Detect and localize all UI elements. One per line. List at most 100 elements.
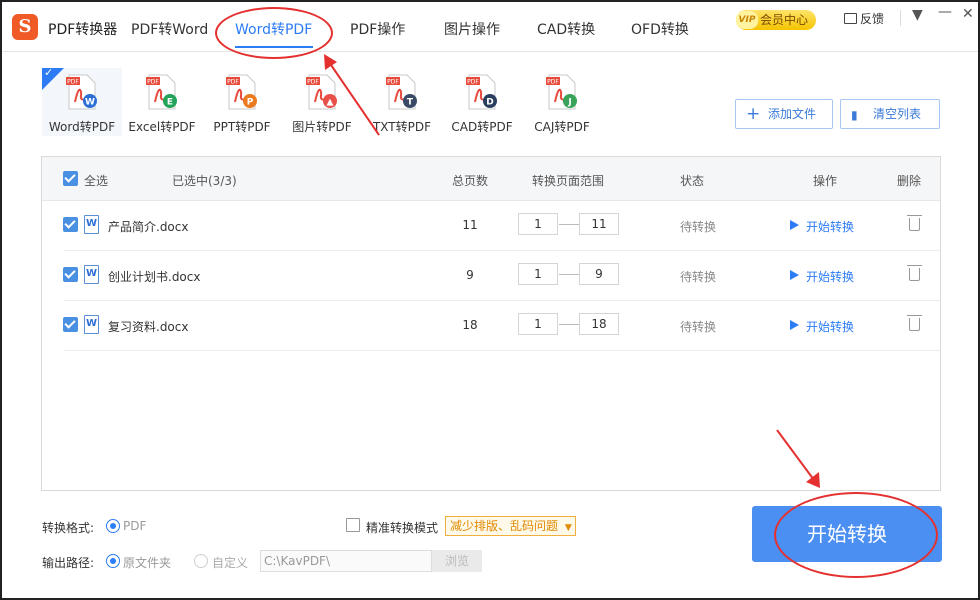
start-convert-link[interactable]: 开始转换	[788, 218, 854, 235]
svg-text:PDF: PDF	[387, 79, 399, 86]
col-pages-header: 总页数	[452, 174, 489, 188]
svg-text:PDF: PDF	[227, 79, 239, 86]
table-row: 产品简介.docx11111待转换开始转换	[42, 201, 940, 251]
delete-icon[interactable]	[907, 215, 922, 231]
pdf-file-icon: PDF D	[466, 74, 497, 110]
range-to-input[interactable]: 18	[579, 313, 619, 335]
format-pdf-label: PDF	[123, 519, 147, 533]
precise-mode-dropdown[interactable]: 减少排版、乱码问题 ▼	[445, 516, 576, 536]
select-all-checkbox[interactable]	[63, 171, 78, 186]
pdf-file-icon: PDF W	[66, 74, 97, 110]
svg-text:D: D	[486, 98, 493, 108]
svg-text:PDF: PDF	[547, 79, 559, 86]
feedback-button[interactable]: 反馈	[844, 10, 884, 27]
chevron-down-icon: ▼	[564, 523, 572, 533]
pdf-file-icon: PDF E	[146, 74, 177, 110]
svg-text:PDF: PDF	[467, 79, 479, 86]
precise-mode-checkbox[interactable]	[346, 518, 360, 532]
nav-pdf-to-word[interactable]: PDF转Word	[131, 19, 208, 39]
tool-1[interactable]: ✓ PDF W Word转PDF	[42, 66, 122, 136]
output-original-radio[interactable]	[106, 554, 120, 568]
annotation-circle-tab	[215, 7, 333, 59]
play-icon	[790, 270, 799, 280]
col-delete-header: 删除	[897, 174, 922, 188]
col-range-header: 转换页面范围	[532, 174, 605, 188]
format-label: 转换格式:	[42, 521, 95, 535]
add-file-button[interactable]: + 添加文件	[735, 99, 833, 129]
trash-icon: ▮	[851, 108, 858, 122]
pdf-file-icon: PDF T	[386, 74, 417, 110]
nav-ofd-convert[interactable]: OFD转换	[631, 19, 689, 39]
tool-4[interactable]: PDF ▲ 图片转PDF	[282, 68, 362, 136]
vip-icon: VIP	[736, 11, 758, 29]
svg-text:W: W	[85, 98, 95, 108]
annotation-circle-start	[774, 492, 938, 578]
tool-6[interactable]: PDF D CAD转PDF	[442, 68, 522, 136]
range-to-input[interactable]: 9	[579, 263, 619, 285]
clear-list-label: 清空列表	[873, 107, 922, 121]
tool-5[interactable]: PDF T TXT转PDF	[362, 68, 442, 136]
output-custom-radio[interactable]	[194, 554, 208, 568]
vip-center-button[interactable]: VIP 会员中心	[736, 10, 816, 30]
file-name: 创业计划书.docx	[108, 270, 201, 284]
tool-label: TXT转PDF	[372, 120, 432, 134]
precise-mode-tip: 减少排版、乱码问题	[450, 519, 559, 533]
minimize-icon[interactable]: —	[938, 4, 952, 20]
app-title: PDF转换器	[48, 22, 118, 38]
page-count: 9	[466, 268, 474, 282]
table-row: 复习资料.docx 18 1 18 待转换 开始转换	[42, 301, 940, 351]
tool-7[interactable]: PDF J CAJ转PDF	[522, 68, 602, 136]
svg-text:▲: ▲	[327, 98, 334, 108]
page-count: 11	[462, 218, 478, 232]
row-checkbox[interactable]	[63, 267, 78, 282]
format-pdf-radio[interactable]	[106, 519, 120, 533]
top-bar: S PDF转换器 PDF转Word Word转PDF PDF操作 图片操作 CA…	[2, 2, 978, 52]
vip-center-label: 会员中心	[760, 13, 809, 27]
feedback-icon	[844, 13, 857, 24]
page-count: 18	[462, 318, 478, 332]
start-convert-link[interactable]: 开始转换	[788, 318, 854, 335]
add-file-label: 添加文件	[768, 107, 817, 121]
browse-button[interactable]: 浏览	[432, 550, 482, 572]
start-convert-link-label: 开始转换	[806, 220, 855, 234]
range-from-input[interactable]: 1	[518, 313, 558, 335]
nav-cad-convert[interactable]: CAD转换	[537, 19, 595, 39]
menu-icon[interactable]: ▼	[912, 7, 923, 23]
clear-list-button[interactable]: ▮ 清空列表	[840, 99, 940, 129]
delete-icon[interactable]	[907, 265, 922, 281]
status-text: 待转换	[680, 270, 717, 284]
tool-2[interactable]: PDF E Excel转PDF	[122, 68, 202, 136]
tool-3[interactable]: PDF P PPT转PDF	[202, 68, 282, 136]
plus-icon: +	[746, 104, 761, 124]
row-checkbox[interactable]	[63, 217, 78, 232]
close-icon[interactable]: ✕	[962, 6, 974, 22]
range-from-input[interactable]: 1	[518, 213, 558, 235]
svg-text:E: E	[167, 98, 173, 108]
range-from-input[interactable]: 1	[518, 263, 558, 285]
nav-pdf-operations[interactable]: PDF操作	[350, 19, 405, 39]
start-convert-link-label: 开始转换	[806, 320, 855, 334]
file-name: 产品简介.docx	[108, 220, 189, 234]
range-separator	[559, 324, 579, 325]
word-doc-icon	[84, 215, 99, 234]
tool-label: Excel转PDF	[128, 120, 196, 134]
range-separator	[559, 274, 579, 275]
tool-label: CAJ转PDF	[534, 120, 590, 134]
word-doc-icon	[84, 315, 99, 334]
app-window: S PDF转换器 PDF转Word Word转PDF PDF操作 图片操作 CA…	[0, 0, 980, 600]
tool-label: Word转PDF	[48, 120, 116, 134]
selected-count: 已选中(3/3)	[172, 174, 237, 188]
file-table: 全选 已选中(3/3) 总页数 转换页面范围 状态 操作 删除 产品简介.doc…	[41, 156, 941, 491]
tool-label: CAD转PDF	[451, 120, 513, 134]
svg-text:PDF: PDF	[307, 79, 319, 86]
select-all-label: 全选	[84, 174, 109, 188]
output-path-input[interactable]: C:\KavPDF\	[260, 550, 432, 572]
nav-image-operations[interactable]: 图片操作	[444, 19, 500, 39]
row-checkbox[interactable]	[63, 317, 78, 332]
delete-icon[interactable]	[907, 315, 922, 331]
pdf-file-icon: PDF J	[546, 74, 577, 110]
range-to-input[interactable]: 11	[579, 213, 619, 235]
svg-text:J: J	[567, 98, 571, 108]
start-convert-link[interactable]: 开始转换	[788, 268, 854, 285]
range-separator	[559, 224, 579, 225]
